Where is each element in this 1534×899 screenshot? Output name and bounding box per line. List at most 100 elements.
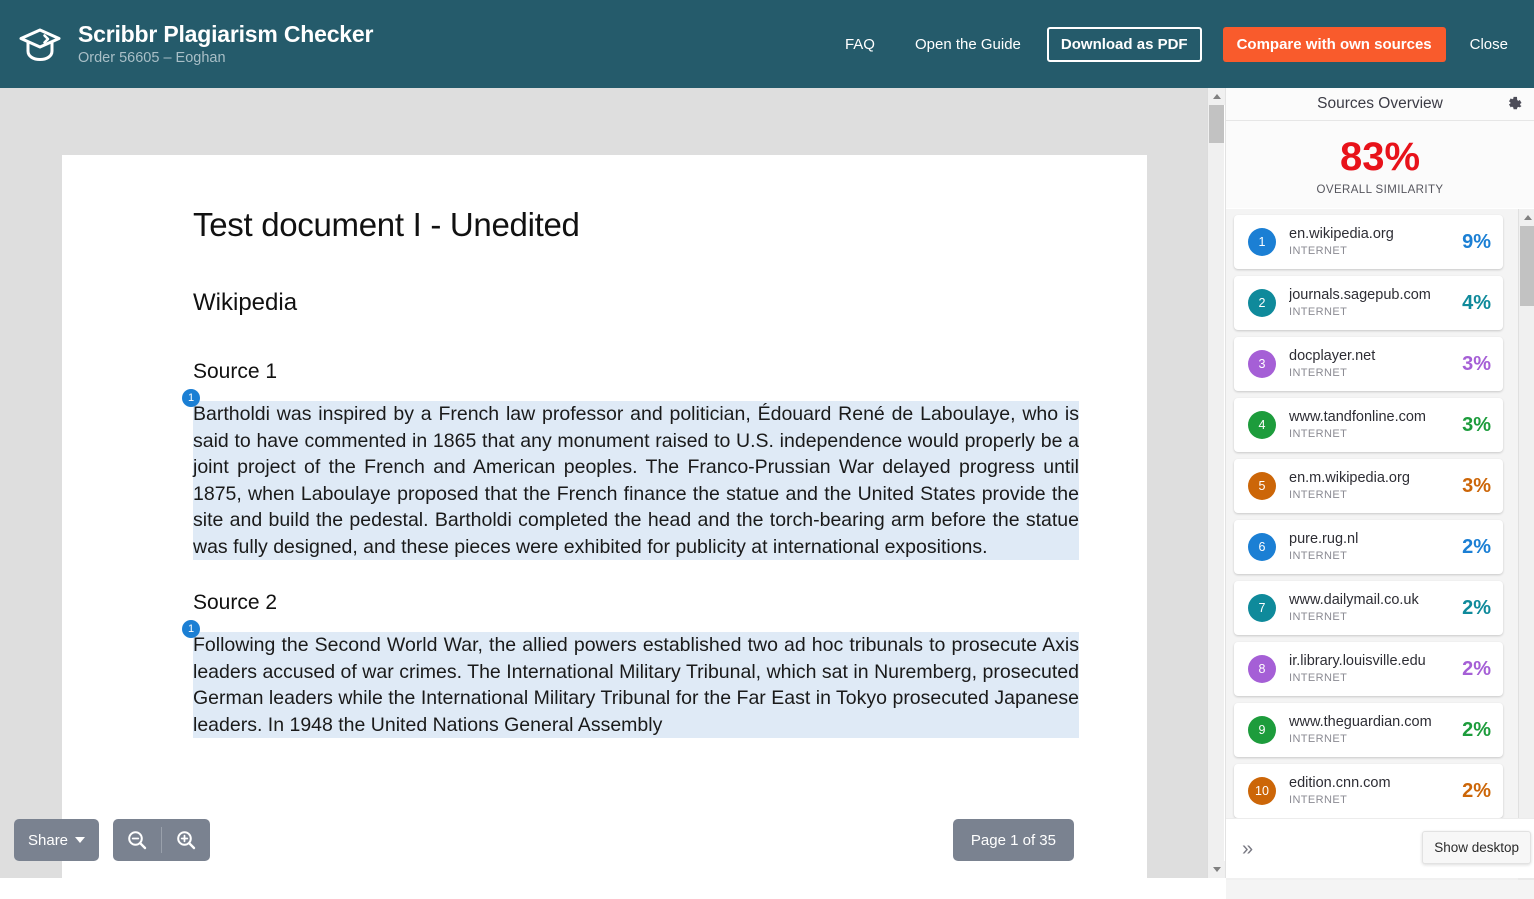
source-type: INTERNET: [1289, 245, 1348, 257]
faq-link[interactable]: FAQ: [835, 30, 885, 59]
download-pdf-button[interactable]: Download as PDF: [1046, 26, 1202, 62]
close-link[interactable]: Close: [1460, 30, 1518, 59]
sources-vertical-scrollbar[interactable]: [1518, 209, 1534, 880]
source-rank-badge: 9: [1248, 716, 1276, 744]
source-percent: 3%: [1462, 413, 1491, 436]
app-title: Scribbr Plagiarism Checker: [78, 21, 374, 47]
scroll-down-icon[interactable]: [1208, 861, 1225, 878]
source-name: www.theguardian.com: [1289, 714, 1432, 730]
source-type: INTERNET: [1289, 733, 1348, 745]
source-info: edition.cnn.com INTERNET: [1289, 774, 1454, 808]
source-1-label: Source 1: [193, 360, 278, 383]
match-marker-icon[interactable]: 1: [182, 389, 200, 407]
sources-header: Sources Overview: [1226, 88, 1534, 121]
document-viewer[interactable]: Test document I - Unedited Wikipedia Sou…: [0, 88, 1207, 878]
source-item[interactable]: 9 www.theguardian.com INTERNET 2%: [1234, 703, 1503, 757]
source-percent: 2%: [1462, 657, 1491, 680]
source-name: en.m.wikipedia.org: [1289, 470, 1410, 486]
source-item[interactable]: 8 ir.library.louisville.edu INTERNET 2%: [1234, 642, 1503, 696]
source-rank-badge: 4: [1248, 411, 1276, 439]
share-button-label: Share: [28, 831, 69, 849]
source-rank-badge: 8: [1248, 655, 1276, 683]
gear-icon[interactable]: [1503, 93, 1525, 115]
scroll-up-icon[interactable]: [1208, 88, 1225, 105]
page-indicator: Page 1 of 35: [952, 819, 1074, 861]
source-type: INTERNET: [1289, 794, 1348, 806]
source-type: INTERNET: [1289, 672, 1348, 684]
source-item[interactable]: 4 www.tandfonline.com INTERNET 3%: [1234, 398, 1503, 452]
main-area: Test document I - Unedited Wikipedia Sou…: [0, 88, 1534, 899]
source-2-paragraph[interactable]: 1 Following the Second World War, the al…: [182, 620, 1079, 738]
sources-list: 1 en.wikipedia.org INTERNET 9% 2 journals.sag…: [1226, 209, 1511, 880]
source-rank-badge: 5: [1248, 472, 1276, 500]
scrollbar-thumb[interactable]: [1209, 105, 1224, 143]
source-2-label: Source 2: [193, 591, 278, 614]
expand-panel-icon[interactable]: »: [1242, 839, 1253, 859]
source-percent: 3%: [1462, 474, 1491, 497]
source-name: ir.library.louisville.edu: [1289, 653, 1426, 669]
source-type: INTERNET: [1289, 367, 1348, 379]
source-rank-badge: 3: [1248, 350, 1276, 378]
source-item[interactable]: 1 en.wikipedia.org INTERNET 9%: [1234, 215, 1503, 269]
source-item[interactable]: 2 journals.sagepub.com INTERNET 4%: [1234, 276, 1503, 330]
match-marker-icon[interactable]: 1: [182, 620, 200, 638]
source-item[interactable]: 3 docplayer.net INTERNET 3%: [1234, 337, 1503, 391]
source-percent: 2%: [1462, 596, 1491, 619]
zoom-in-icon[interactable]: [162, 819, 210, 861]
source-type: INTERNET: [1289, 611, 1348, 623]
open-guide-link[interactable]: Open the Guide: [905, 30, 1031, 59]
compare-own-sources-button[interactable]: Compare with own sources: [1222, 26, 1446, 62]
app-header: Scribbr Plagiarism Checker Order 56605 –…: [0, 0, 1534, 88]
viewer-controls: Share: [14, 819, 211, 861]
source-type: INTERNET: [1289, 550, 1348, 562]
sources-scroll-area: 1 en.wikipedia.org INTERNET 9% 2 journals.sag…: [1226, 209, 1534, 899]
source-info: www.tandfonline.com INTERNET: [1289, 408, 1454, 442]
source-type: INTERNET: [1289, 428, 1348, 440]
graduation-cap-icon: [14, 18, 66, 70]
header-nav: FAQ Open the Guide Download as PDF Compa…: [835, 26, 1534, 62]
highlighted-text: Bartholdi was inspired by a French law p…: [193, 401, 1079, 560]
source-rank-badge: 6: [1248, 533, 1276, 561]
source-name: www.dailymail.co.uk: [1289, 592, 1419, 608]
show-desktop-tooltip[interactable]: Show desktop: [1422, 831, 1531, 864]
highlighted-text: Following the Second World War, the alli…: [193, 632, 1079, 738]
source-info: journals.sagepub.com INTERNET: [1289, 286, 1454, 320]
brand: Scribbr Plagiarism Checker Order 56605 –…: [0, 18, 373, 70]
document-title: Test document I - Unedited: [193, 206, 580, 243]
source-percent: 2%: [1462, 535, 1491, 558]
source-percent: 9%: [1462, 230, 1491, 253]
source-item[interactable]: 10 edition.cnn.com INTERNET 2%: [1234, 764, 1503, 818]
source-item[interactable]: 5 en.m.wikipedia.org INTERNET 3%: [1234, 459, 1503, 513]
source-name: journals.sagepub.com: [1289, 287, 1431, 303]
share-button[interactable]: Share: [14, 819, 100, 861]
source-name: www.tandfonline.com: [1289, 409, 1427, 425]
source-rank-badge: 10: [1248, 777, 1276, 805]
source-percent: 2%: [1462, 779, 1491, 802]
source-info: en.wikipedia.org INTERNET: [1289, 225, 1454, 259]
overall-similarity: 83% OVERALL SIMILARITY: [1226, 121, 1534, 208]
source-item[interactable]: 7 www.dailymail.co.uk INTERNET 2%: [1234, 581, 1503, 635]
chevron-down-icon: [75, 837, 86, 843]
source-percent: 3%: [1462, 352, 1491, 375]
scrollbar-thumb[interactable]: [1520, 226, 1534, 306]
zoom-controls: [113, 819, 211, 861]
source-percent: 2%: [1462, 718, 1491, 741]
sources-overview-title: Sources Overview: [1317, 95, 1443, 112]
scroll-up-icon[interactable]: [1519, 209, 1534, 226]
source-type: INTERNET: [1289, 306, 1348, 318]
source-name: docplayer.net: [1289, 348, 1376, 364]
sidebar-footer: » Show desktop: [1226, 818, 1534, 878]
document-scrollbar[interactable]: [1207, 88, 1225, 878]
source-info: www.dailymail.co.uk INTERNET: [1289, 591, 1454, 625]
source-type: INTERNET: [1289, 489, 1348, 501]
source-name: pure.rug.nl: [1289, 531, 1359, 547]
source-rank-badge: 7: [1248, 594, 1276, 622]
source-item[interactable]: 6 pure.rug.nl INTERNET 2%: [1234, 520, 1503, 574]
source-info: ir.library.louisville.edu INTERNET: [1289, 652, 1454, 686]
source-1-paragraph[interactable]: 1 Bartholdi was inspired by a French law…: [182, 389, 1079, 560]
overall-similarity-label: OVERALL SIMILARITY: [1316, 184, 1444, 196]
zoom-out-icon[interactable]: [113, 819, 161, 861]
source-info: pure.rug.nl INTERNET: [1289, 530, 1454, 564]
source-info: docplayer.net INTERNET: [1289, 347, 1454, 381]
order-subtitle: Order 56605 – Eoghan: [78, 50, 226, 66]
